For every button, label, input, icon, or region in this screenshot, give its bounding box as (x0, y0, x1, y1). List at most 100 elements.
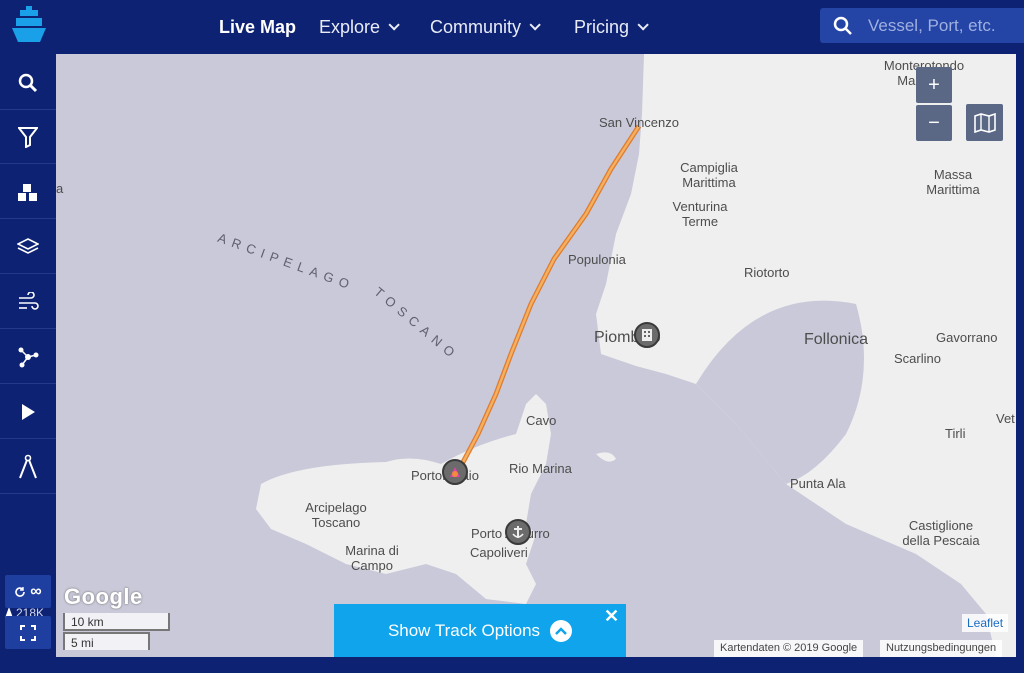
nav-community-label: Community (430, 16, 522, 37)
label-scarlino-text: Scarlino (894, 351, 941, 366)
close-icon: ✕ (604, 606, 620, 626)
vessel-position-marker[interactable] (442, 459, 468, 485)
anchor-icon (512, 526, 524, 538)
label-left-edge-text: a (56, 181, 64, 196)
scale-km: 10 km (63, 613, 170, 631)
label-gavorrano-text: Gavorrano (936, 330, 998, 345)
label-follonica: Follonica (804, 331, 869, 348)
leaflet-text: Leaflet (967, 616, 1004, 630)
map-type-button[interactable] (966, 104, 1003, 141)
scale-km-text: 10 km (71, 615, 104, 629)
playback-button[interactable] (0, 385, 56, 439)
track-options-label: Show Track Options (387, 620, 541, 640)
label-rio-marina-text: Rio Marina (509, 461, 572, 476)
nav-pricing[interactable]: Pricing (574, 0, 649, 54)
building-icon (642, 329, 652, 341)
vessel-icon (450, 467, 460, 477)
zoom-out-button[interactable]: − (916, 105, 952, 141)
infinity-label: ∞ (30, 582, 42, 600)
map-icon (973, 112, 996, 133)
map-data-attribution: Kartendaten © 2019 Google (714, 640, 864, 657)
label-capoliveri: Capoliveri (470, 545, 528, 560)
terms-of-use-link[interactable]: Nutzungsbedingungen (880, 640, 1003, 657)
map-data-attribution-text: Kartendaten © 2019 Google (720, 642, 858, 654)
routes-button[interactable] (0, 330, 56, 384)
nav-pricing-label: Pricing (574, 16, 630, 37)
label-massa: Massa Marittima (918, 167, 988, 197)
google-logo: Google (64, 584, 143, 610)
leaflet-attribution-link[interactable]: Leaflet (962, 614, 1009, 632)
label-massa-text: Massa Marittima (926, 167, 980, 197)
compass-measure-icon (19, 454, 37, 478)
chevron-down-icon (637, 19, 649, 31)
my-fleets-button[interactable] (0, 165, 56, 219)
left-toolbar: 218K ∞ (0, 54, 56, 673)
label-cavo: Cavo (526, 413, 556, 428)
label-vet: Vet (996, 411, 1015, 426)
chevron-down-icon (529, 19, 541, 31)
layers-icon (17, 237, 39, 254)
label-gavorrano: Gavorrano (936, 330, 997, 345)
google-logo-text: Google (64, 584, 143, 609)
zoom-in-label: + (928, 73, 940, 96)
search-button[interactable] (0, 56, 56, 110)
search-icon (18, 73, 38, 92)
bottom-frame (0, 657, 1024, 673)
scale-mi-text: 5 mi (71, 636, 94, 650)
chevron-up-icon (550, 619, 573, 642)
show-track-options-button[interactable]: Show Track Options (334, 604, 626, 657)
fleet-icon (18, 183, 37, 201)
label-scarlino: Scarlino (894, 351, 941, 366)
close-track-options-button[interactable]: ✕ (604, 606, 619, 627)
fullscreen-button[interactable] (5, 616, 51, 649)
search-input[interactable] (868, 8, 1018, 43)
nav-explore[interactable]: Explore (319, 0, 400, 54)
label-riotorto-text: Riotorto (744, 265, 790, 280)
filter-icon (18, 126, 38, 148)
right-frame (1016, 54, 1024, 673)
map-canvas[interactable]: Monterotondo Marittimo San Vincenzo Camp… (56, 54, 1016, 657)
label-san-vincenzo: San Vincenzo (599, 115, 679, 130)
layers-button[interactable] (0, 220, 56, 274)
measure-button[interactable] (0, 440, 56, 494)
label-campiglia-text: Campiglia Marittima (680, 160, 738, 190)
search-icon (833, 16, 852, 35)
label-vet-text: Vet (996, 411, 1015, 426)
label-capoliveri-text: Capoliveri (470, 545, 528, 560)
label-venturina-text: Venturina Terme (672, 199, 728, 229)
label-riotorto: Riotorto (744, 265, 790, 280)
zoom-in-button[interactable]: + (916, 67, 952, 103)
label-cavo-text: Cavo (526, 413, 557, 428)
nav-live-map-label: Live Map (219, 16, 297, 37)
label-tirli-text: Tirli (945, 426, 966, 441)
zoom-out-label: − (928, 111, 940, 134)
port-marker-porto-azzurro[interactable] (505, 519, 531, 545)
top-navigation-bar: Live Map Explore Community Pricing (0, 0, 1024, 54)
play-icon (22, 403, 35, 420)
label-tirli: Tirli (945, 426, 965, 441)
label-marina-di-campo: Marina di Campo (336, 543, 408, 573)
filter-button[interactable] (0, 110, 56, 164)
nav-live-map[interactable]: Live Map (219, 0, 296, 54)
label-castiglione-text: Castiglione della Pescaia (902, 518, 980, 548)
nav-community[interactable]: Community (430, 0, 541, 54)
label-castiglione: Castiglione della Pescaia (896, 518, 986, 548)
label-follonica-text: Follonica (804, 331, 869, 348)
ship-logo-icon[interactable] (6, 4, 52, 50)
tracks-timeframe-button[interactable]: ∞ (5, 575, 51, 608)
label-arcipelago-toscano-island: Arcipelago Toscano (294, 500, 378, 530)
scale-mi: 5 mi (63, 632, 150, 650)
nav-explore-label: Explore (319, 16, 381, 37)
label-punta-ala-text: Punta Ala (790, 476, 846, 491)
weather-button[interactable] (0, 275, 56, 329)
label-venturina: Venturina Terme (664, 199, 736, 229)
terms-of-use-text: Nutzungsbedingungen (886, 642, 997, 654)
search-box[interactable] (820, 8, 1024, 43)
label-marina-di-campo-text: Marina di Campo (345, 543, 399, 573)
label-punta-ala: Punta Ala (790, 476, 846, 491)
port-marker-piombino[interactable] (634, 322, 660, 348)
label-populonia: Populonia (568, 252, 626, 267)
chevron-down-icon (388, 19, 400, 31)
label-left-edge: a (56, 181, 63, 196)
label-populonia-text: Populonia (568, 252, 626, 267)
